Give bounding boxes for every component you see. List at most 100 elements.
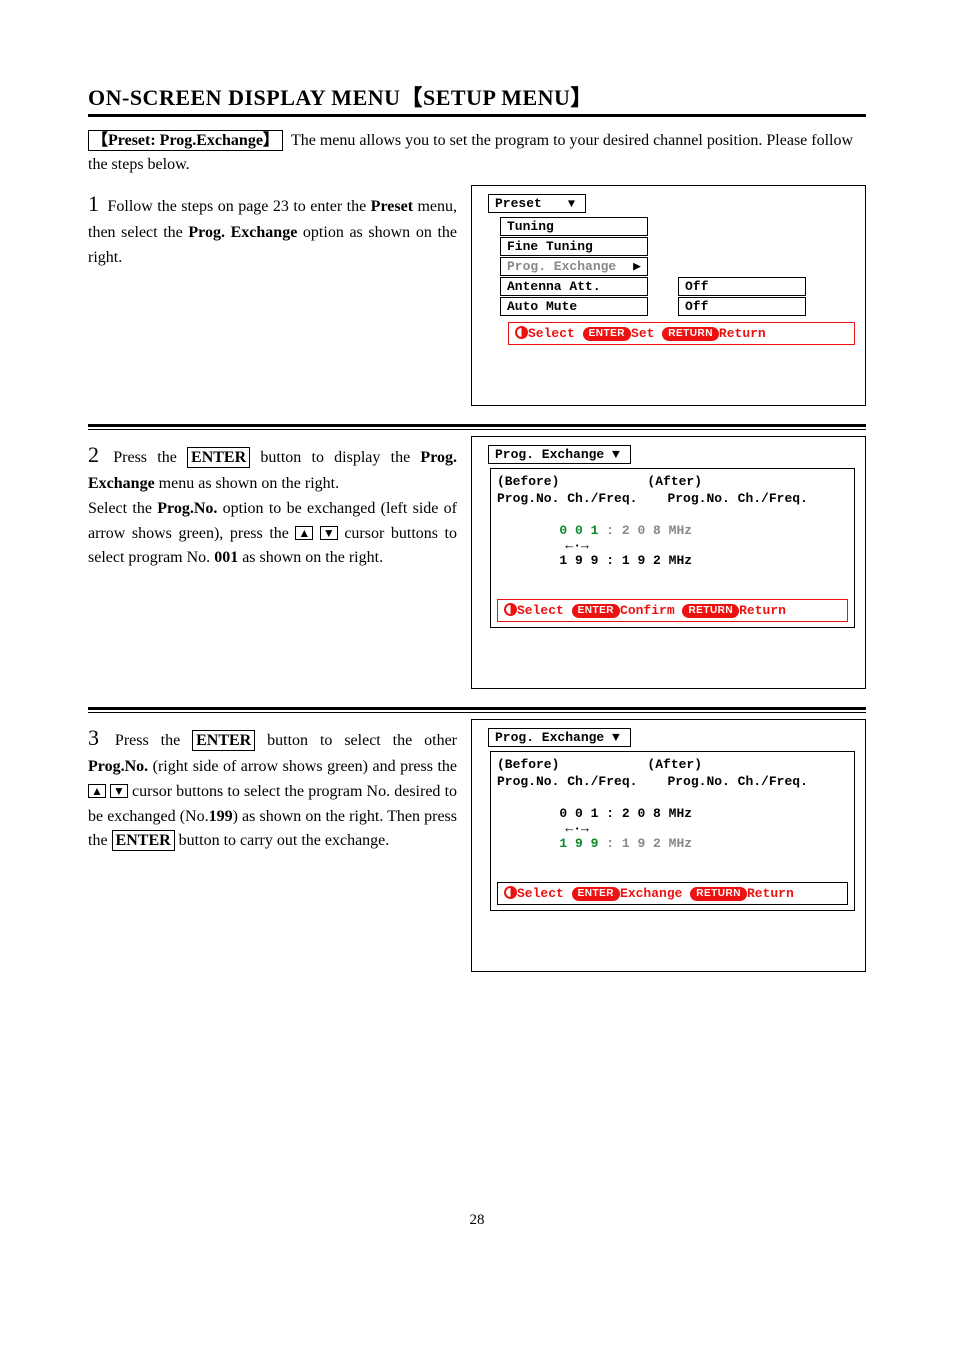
osd-item-value: Off (678, 277, 806, 296)
enter-pill: ENTER (572, 887, 620, 901)
footer-select: Select (517, 886, 564, 901)
osd-exchange-frame: (Before) (After) Prog.No. Ch./Freq. Prog.N… (490, 468, 855, 628)
osd-footer-bar: Select ENTERExchange RETURNReturn (497, 882, 848, 905)
step-3-row: 3 Press the ENTER button to select the o… (88, 719, 866, 972)
osd-item-auto-mute[interactable]: Auto Mute Off (500, 297, 855, 316)
osd-item-label: Tuning (500, 217, 648, 236)
osd-footer-bar: Select ENTERConfirm RETURNReturn (497, 599, 848, 622)
step-1-osd: Preset ▼ Tuning Fine Tuning Prog. Exchang… (471, 185, 866, 406)
step1-ta: Follow the steps on page 23 to enter the (107, 198, 370, 215)
osd-item-tuning[interactable]: Tuning (500, 217, 855, 236)
osd-item-label: Auto Mute (500, 297, 648, 316)
enter-key: ENTER (192, 730, 255, 751)
osd-preset-title[interactable]: Preset ▼ (488, 194, 586, 213)
exchange-arrow-icon: ←·→ (565, 538, 588, 553)
osd-progex-title[interactable]: Prog. Exchange ▼ (488, 445, 631, 464)
enter-pill: ENTER (583, 327, 631, 341)
select-icon (504, 603, 517, 616)
up-icon: ▲ (88, 784, 106, 798)
col-left: Prog.No. Ch./Freq. (497, 774, 637, 789)
col-right: Prog.No. Ch./Freq. (667, 774, 807, 789)
step-number: 1 (88, 187, 99, 221)
right-prog[interactable]: 1 9 9 (559, 553, 598, 568)
dropdown-icon: ▼ (612, 730, 620, 745)
chevron-right-icon: ▶ (633, 259, 641, 274)
page-title: ON-SCREEN DISPLAY MENU【SETUP MENU】 (88, 80, 866, 117)
divider (88, 424, 866, 430)
footer-end: Return (747, 886, 794, 901)
osd-item-label: Antenna Att. (500, 277, 648, 296)
after-label: (After) (647, 474, 702, 489)
up-icon: ▲ (295, 526, 313, 540)
step-number: 3 (88, 721, 99, 755)
step-2-row: 2 Press the ENTER button to display the … (88, 436, 866, 689)
s2a: Press the (113, 449, 187, 466)
osd-progex-title-text: Prog. Exchange (495, 447, 604, 462)
osd-footer-bar: Select ENTERSet RETURNReturn (508, 322, 855, 345)
down-icon: ▼ (110, 784, 128, 798)
dropdown-icon: ▼ (612, 447, 620, 462)
divider (88, 707, 866, 713)
left-freq: 2 0 8 MHz (622, 523, 692, 538)
osd-progex-title[interactable]: Prog. Exchange ▼ (488, 728, 631, 747)
s2d: Select the (88, 500, 157, 517)
return-pill: RETURN (682, 604, 739, 618)
down-icon: ▼ (320, 526, 338, 540)
s3b: button to select the other (255, 732, 457, 749)
return-pill: RETURN (662, 327, 719, 341)
step-3-text: 3 Press the ENTER button to select the o… (88, 719, 457, 972)
footer-end: Return (739, 603, 786, 618)
col-left: Prog.No. Ch./Freq. (497, 491, 637, 506)
osd-item-antenna-att[interactable]: Antenna Att. Off (500, 277, 855, 296)
step-2-osd: Prog. Exchange ▼ (Before) (After) Prog.No… (471, 436, 866, 689)
before-label: (Before) (497, 757, 559, 772)
step-1-row: 1 Follow the steps on page 23 to enter t… (88, 185, 866, 406)
page-number: 28 (88, 1212, 866, 1229)
s2c: menu as shown on the right. (155, 475, 339, 492)
footer-end: Return (719, 326, 766, 341)
s2p001: 001 (214, 549, 238, 566)
step1-preset: Preset (371, 198, 413, 215)
exchange-arrow-icon: ←·→ (565, 821, 588, 836)
footer-select: Select (517, 603, 564, 618)
left-freq: 2 0 8 MHz (622, 806, 692, 821)
dropdown-icon: ▼ (568, 197, 575, 211)
enter-key: ENTER (187, 447, 250, 468)
step-1-text: 1 Follow the steps on page 23 to enter t… (88, 185, 457, 406)
step1-progex: Prog. Exchange (188, 224, 297, 241)
section-header-box: 【Preset: Prog.Exchange】 (88, 130, 283, 151)
s3f: button to carry out the exchange. (175, 832, 390, 849)
s3n199: 199 (209, 808, 233, 825)
right-freq: 1 9 2 MHz (622, 836, 692, 851)
s2b: button to display the (250, 449, 420, 466)
footer-select: Select (528, 326, 575, 341)
osd-item-fine-tuning[interactable]: Fine Tuning (500, 237, 855, 256)
s2g: as shown on the right. (238, 549, 383, 566)
s3progno: Prog.No. (88, 758, 148, 775)
step-3-osd: Prog. Exchange ▼ (Before)(After) Prog.No… (471, 719, 866, 972)
left-prog[interactable]: 0 0 1 (559, 523, 598, 538)
s3c: (right side of arrow shows green) and pr… (148, 758, 457, 775)
s2progno: Prog.No. (157, 500, 217, 517)
before-label: (Before) (497, 474, 559, 489)
osd-item-label: Prog. Exchange▶ (500, 257, 648, 276)
step-number: 2 (88, 438, 99, 472)
osd-exchange-frame: (Before)(After) Prog.No. Ch./Freq.Prog.N… (490, 751, 855, 911)
enter-key: ENTER (112, 830, 175, 851)
osd-preset-title-text: Preset (495, 196, 542, 211)
select-icon (504, 886, 517, 899)
section-intro: 【Preset: Prog.Exchange】 The menu allows … (88, 129, 866, 177)
right-freq: 1 9 2 MHz (622, 553, 692, 568)
return-pill: RETURN (690, 887, 747, 901)
left-prog[interactable]: 0 0 1 (559, 806, 598, 821)
footer-mid: Set (631, 326, 654, 341)
osd-item-value: Off (678, 297, 806, 316)
select-icon (515, 326, 528, 339)
footer-mid: Exchange (620, 886, 682, 901)
enter-pill: ENTER (572, 604, 620, 618)
osd-progex-title-text: Prog. Exchange (495, 730, 604, 745)
right-prog[interactable]: 1 9 9 (559, 836, 598, 851)
osd-item-prog-exchange[interactable]: Prog. Exchange▶ (500, 257, 855, 276)
col-right: Prog.No. Ch./Freq. (667, 491, 807, 506)
osd-item-label: Fine Tuning (500, 237, 648, 256)
